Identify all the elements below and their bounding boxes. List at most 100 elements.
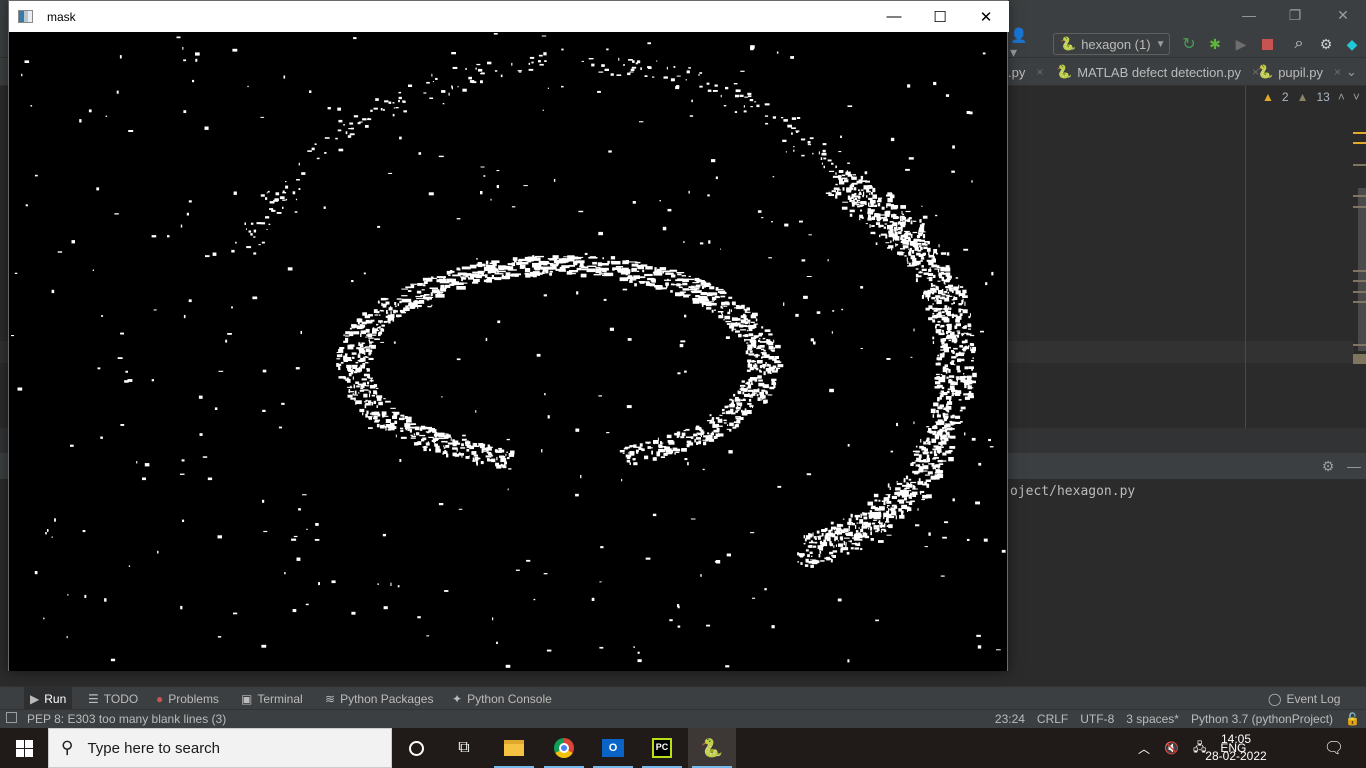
tool-window-todo[interactable]: ☰ TODO — [82, 687, 144, 710]
mask-speck — [851, 523, 855, 526]
mask-speck — [51, 289, 55, 294]
mask-speck — [728, 450, 733, 454]
mask-speck — [810, 540, 813, 543]
mask-speck — [840, 549, 843, 553]
mask-speck — [754, 367, 758, 370]
python-interpreter[interactable]: Python 3.7 (pythonProject) — [1191, 712, 1333, 726]
mask-speck — [953, 296, 955, 299]
action-center-button[interactable]: 🗨 — [1310, 728, 1358, 768]
tool-window-problems[interactable]: ● Problems — [150, 687, 225, 710]
mask-speck — [579, 262, 584, 266]
mask-speck — [731, 399, 734, 403]
task-view-button[interactable]: ⧉ — [440, 728, 488, 768]
error-stripe[interactable] — [1353, 86, 1366, 428]
taskbar-pycharm[interactable]: PC — [638, 728, 686, 768]
tool-window-python-packages[interactable]: ≋ Python Packages — [319, 687, 439, 710]
run-configuration-select[interactable]: 🐍 hexagon (1) ▼ — [1053, 33, 1170, 55]
stop-button[interactable] — [1258, 35, 1276, 53]
mask-speck — [70, 444, 74, 447]
mask-speck — [633, 462, 638, 466]
debug-icon[interactable]: ✱ — [1206, 35, 1224, 53]
mask-speck — [282, 206, 284, 209]
close-icon[interactable]: × — [1334, 65, 1341, 79]
mask-speck — [346, 364, 352, 369]
mask-speck — [621, 267, 629, 272]
mask-speck — [734, 398, 741, 402]
mask-speck — [768, 345, 774, 350]
mask-speck — [837, 540, 839, 542]
gear-icon[interactable]: ⚙ — [1319, 457, 1337, 475]
mask-speck — [294, 211, 298, 213]
ide-minimize-button[interactable]: — — [1226, 0, 1272, 30]
editor-tab[interactable]: 🐍 MATLAB defect detection.py × — [1056, 58, 1259, 86]
mask-speck — [805, 549, 809, 552]
mask-speck — [915, 278, 918, 283]
taskbar-chrome[interactable] — [540, 728, 588, 768]
lock-icon[interactable]: 🔓 — [1345, 712, 1360, 726]
tool-label: TODO — [103, 691, 139, 706]
rerun-icon[interactable]: ↻ — [1180, 35, 1198, 53]
vcs-user-icon[interactable]: 👤▾ — [1010, 27, 1028, 60]
caret-position[interactable]: 23:24 — [995, 712, 1025, 726]
mask-speck — [461, 266, 471, 270]
tool-window-terminal[interactable]: ▣ Terminal — [235, 687, 309, 710]
clock-date: 28-02-2022 — [1205, 749, 1267, 763]
gear-icon[interactable]: ⚙ — [1317, 35, 1335, 53]
tool-window-python-console[interactable]: ✦ Python Console — [446, 687, 558, 710]
mask-speck — [743, 105, 745, 108]
line-separator[interactable]: CRLF — [1037, 712, 1068, 726]
ide-restore-button[interactable]: ❐ — [1272, 0, 1318, 30]
mask-speck — [367, 381, 370, 385]
mask-speck — [761, 389, 766, 392]
mask-speck — [759, 369, 761, 372]
tabs-overflow-chevron-icon[interactable]: ⌄ — [1346, 58, 1357, 86]
editor-tab[interactable]: .py × — [1008, 58, 1043, 86]
search-icon[interactable]: ⌕ — [1290, 35, 1308, 53]
event-log-button[interactable]: ◯ Event Log — [1262, 687, 1346, 710]
taskbar-search-box[interactable]: ⚲ Type here to search — [48, 728, 392, 768]
toggle-tool-windows-icon[interactable] — [6, 712, 17, 723]
clock[interactable]: 14:05 28-02-2022 — [1200, 731, 1272, 765]
indent-setting[interactable]: 3 spaces* — [1126, 712, 1179, 726]
mask-speck — [292, 191, 296, 195]
ide-close-button[interactable]: ✕ — [1320, 0, 1366, 30]
taskbar-outlook[interactable]: O — [589, 728, 637, 768]
coverage-icon[interactable]: ▶ — [1232, 35, 1250, 53]
start-button[interactable] — [0, 728, 48, 768]
jetbrains-logo-icon[interactable]: ◆ — [1343, 35, 1361, 53]
mask-speck — [316, 157, 320, 160]
mask-speck — [744, 96, 749, 98]
volume-muted-icon[interactable]: 🔇 — [1164, 741, 1179, 755]
mask-speck — [265, 216, 270, 219]
show-hidden-icons-chevron-icon[interactable]: ︿ — [1138, 740, 1150, 757]
mask-speck — [872, 187, 876, 193]
chevron-up-icon[interactable]: ˄ — [1338, 90, 1345, 104]
mask-window-titlebar[interactable]: mask — ☐ ✕ — [9, 1, 1009, 32]
mask-speck — [475, 410, 477, 413]
mask-speck — [896, 482, 903, 485]
mask-speck — [421, 289, 425, 291]
mask-speck — [472, 442, 474, 447]
mask-speck — [759, 337, 761, 340]
hide-panel-icon[interactable]: — — [1345, 457, 1363, 475]
inspection-widget[interactable]: ▲ 2 ▲ 13 ˄ ˅ — [1262, 90, 1360, 104]
file-encoding[interactable]: UTF-8 — [1080, 712, 1114, 726]
mask-speck — [826, 537, 831, 542]
editor-tab[interactable]: 🐍 pupil.py × — [1257, 58, 1341, 86]
mask-speck — [34, 571, 38, 575]
mask-speck — [952, 414, 955, 418]
maximize-button[interactable]: ☐ — [917, 1, 963, 32]
cortana-button[interactable] — [392, 728, 440, 768]
close-button[interactable]: ✕ — [963, 1, 1009, 32]
status-message[interactable]: PEP 8: E303 too many blank lines (3) — [27, 712, 226, 726]
minimize-button[interactable]: — — [871, 1, 917, 32]
mask-speck — [298, 188, 301, 190]
taskbar-python[interactable]: 🐍 — [688, 728, 736, 768]
close-icon[interactable]: × — [1036, 65, 1043, 79]
mask-speck — [749, 327, 753, 331]
mask-speck — [949, 399, 951, 402]
mask-speck — [711, 296, 715, 301]
mask-speck — [576, 267, 582, 271]
taskbar-file-explorer[interactable] — [490, 728, 538, 768]
tool-window-run[interactable]: ▶ Run — [24, 687, 73, 710]
